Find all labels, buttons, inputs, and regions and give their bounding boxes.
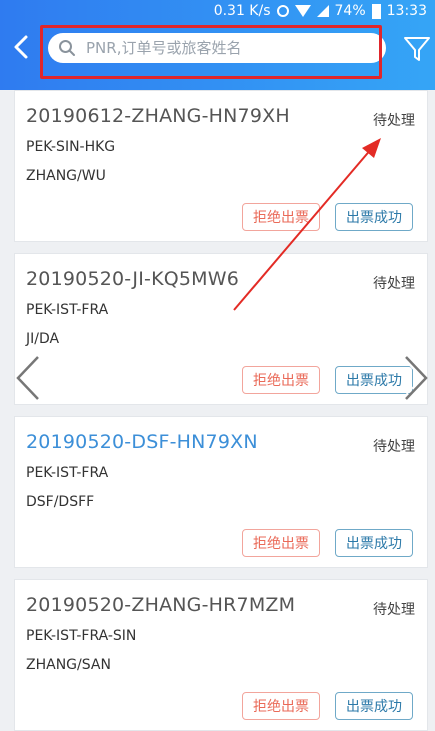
order-status: 待处理 [373,439,415,455]
order-code: 20190520-JI-KQ5MW6 [26,268,240,290]
reject-ticket-button[interactable]: 拒绝出票 [242,692,320,720]
signal-icon [316,5,329,17]
order-status: 待处理 [373,276,415,292]
order-code: 20190520-DSF-HN79XN [26,431,258,453]
reject-ticket-button[interactable]: 拒绝出票 [242,529,320,557]
passenger-name: JI/DA [26,331,60,347]
issue-ticket-button[interactable]: 出票成功 [335,203,413,231]
order-card[interactable]: 20190520-DSF-HN79XN 待处理 PEK-IST-FRA DSF/… [14,416,428,568]
next-chevron-icon[interactable] [400,355,430,401]
alarm-icon [276,5,289,17]
reject-ticket-button[interactable]: 拒绝出票 [242,203,320,231]
issue-ticket-button[interactable]: 出票成功 [335,529,413,557]
back-arrow-icon[interactable] [10,34,32,60]
search-highlight-frame [40,25,382,79]
filter-funnel-icon[interactable] [402,34,432,64]
passenger-name: ZHANG/WU [26,168,106,184]
issue-ticket-button[interactable]: 出票成功 [335,692,413,720]
order-status: 待处理 [373,113,415,129]
order-code: 20190612-ZHANG-HN79XH [26,105,290,127]
order-route: PEK-IST-FRA [26,302,109,318]
order-status: 待处理 [373,602,415,618]
battery-icon [371,3,381,19]
wifi-icon [294,5,311,17]
clock-time: 13:33 [386,3,427,19]
order-route: PEK-IST-FRA [26,465,109,481]
order-route: PEK-SIN-HKG [26,139,116,155]
reject-ticket-button[interactable]: 拒绝出票 [242,366,320,394]
order-card[interactable]: 20190520-JI-KQ5MW6 待处理 PEK-IST-FRA JI/DA… [14,253,428,405]
passenger-name: DSF/DSFF [26,494,95,510]
battery-percent: 74% [334,3,366,19]
network-speed: 0.31 K/s [213,3,271,19]
passenger-name: ZHANG/SAN [26,657,111,673]
order-card[interactable]: 20190612-ZHANG-HN79XH 待处理 PEK-SIN-HKG ZH… [14,90,428,242]
order-card[interactable]: 20190520-ZHANG-HR7MZM 待处理 PEK-IST-FRA-SI… [14,579,428,731]
status-bar: 0.31 K/s 74% 13:33 [214,0,427,22]
prev-chevron-icon[interactable] [14,355,44,401]
order-route: PEK-IST-FRA-SIN [26,628,137,644]
order-code: 20190520-ZHANG-HR7MZM [26,594,296,616]
